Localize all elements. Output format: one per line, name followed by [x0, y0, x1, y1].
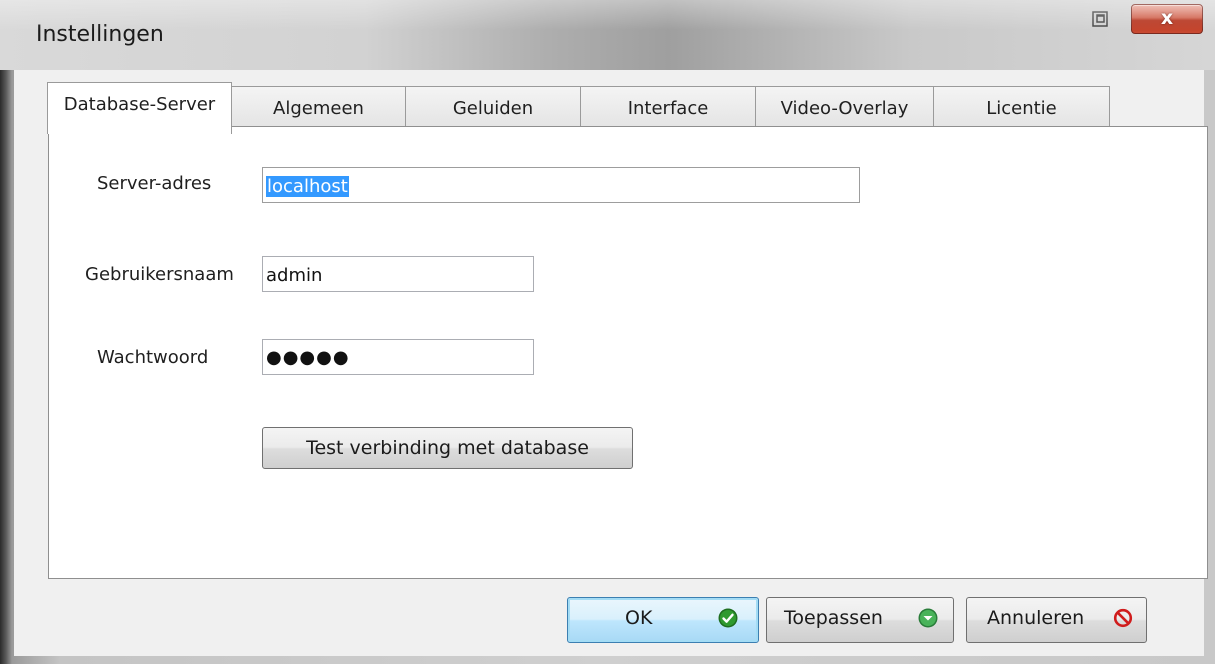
tab-video-overlay[interactable]: Video-Overlay	[755, 86, 934, 130]
password-input[interactable]: ●●●●●	[262, 339, 534, 375]
password-label: Wachtwoord	[97, 347, 209, 368]
tab-label: Licentie	[986, 98, 1057, 119]
tab-label: Geluiden	[452, 98, 534, 119]
tab-label: Interface	[627, 98, 709, 119]
window-title: Instellingen	[36, 22, 164, 47]
tab-panel-database-server: Server-adres localhost Gebruikersnaam ad…	[48, 126, 1208, 579]
apply-label: Toepassen	[784, 607, 883, 629]
arrow-down-circle-icon	[918, 608, 938, 628]
username-value: admin	[266, 265, 323, 286]
tab-interface[interactable]: Interface	[580, 86, 756, 130]
tab-label: Video-Overlay	[780, 98, 909, 119]
settings-window: Instellingen x Database-Server Algemeen …	[0, 0, 1215, 664]
username-input[interactable]: admin	[262, 256, 534, 292]
password-value: ●●●●●	[266, 347, 350, 368]
server-address-input[interactable]: localhost	[262, 167, 860, 203]
tab-algemeen[interactable]: Algemeen	[231, 86, 406, 130]
server-address-value: localhost	[266, 176, 349, 197]
check-circle-icon	[718, 608, 738, 628]
cancel-button[interactable]: Annuleren	[966, 597, 1147, 643]
tab-label: Algemeen	[273, 98, 364, 119]
test-connection-label: Test verbinding met database	[306, 437, 589, 459]
title-bar[interactable]: Instellingen x	[0, 0, 1215, 70]
restore-icon[interactable]	[1092, 11, 1108, 27]
ok-button[interactable]: OK	[567, 597, 759, 643]
apply-button[interactable]: Toepassen	[766, 597, 954, 643]
dialog-body: Database-Server Algemeen Geluiden Interf…	[14, 70, 1208, 656]
tab-label: Database-Server	[63, 94, 216, 115]
tab-licentie[interactable]: Licentie	[933, 86, 1110, 130]
username-label: Gebruikersnaam	[85, 264, 234, 285]
server-address-label: Server-adres	[97, 173, 212, 194]
tab-database-server[interactable]: Database-Server	[47, 82, 232, 134]
close-button[interactable]: x	[1131, 4, 1203, 34]
cancel-label: Annuleren	[987, 607, 1085, 629]
prohibited-icon	[1113, 608, 1133, 628]
tab-geluiden[interactable]: Geluiden	[405, 86, 581, 130]
test-connection-button[interactable]: Test verbinding met database	[262, 427, 633, 469]
close-icon: x	[1160, 7, 1174, 29]
ok-label: OK	[625, 607, 653, 629]
